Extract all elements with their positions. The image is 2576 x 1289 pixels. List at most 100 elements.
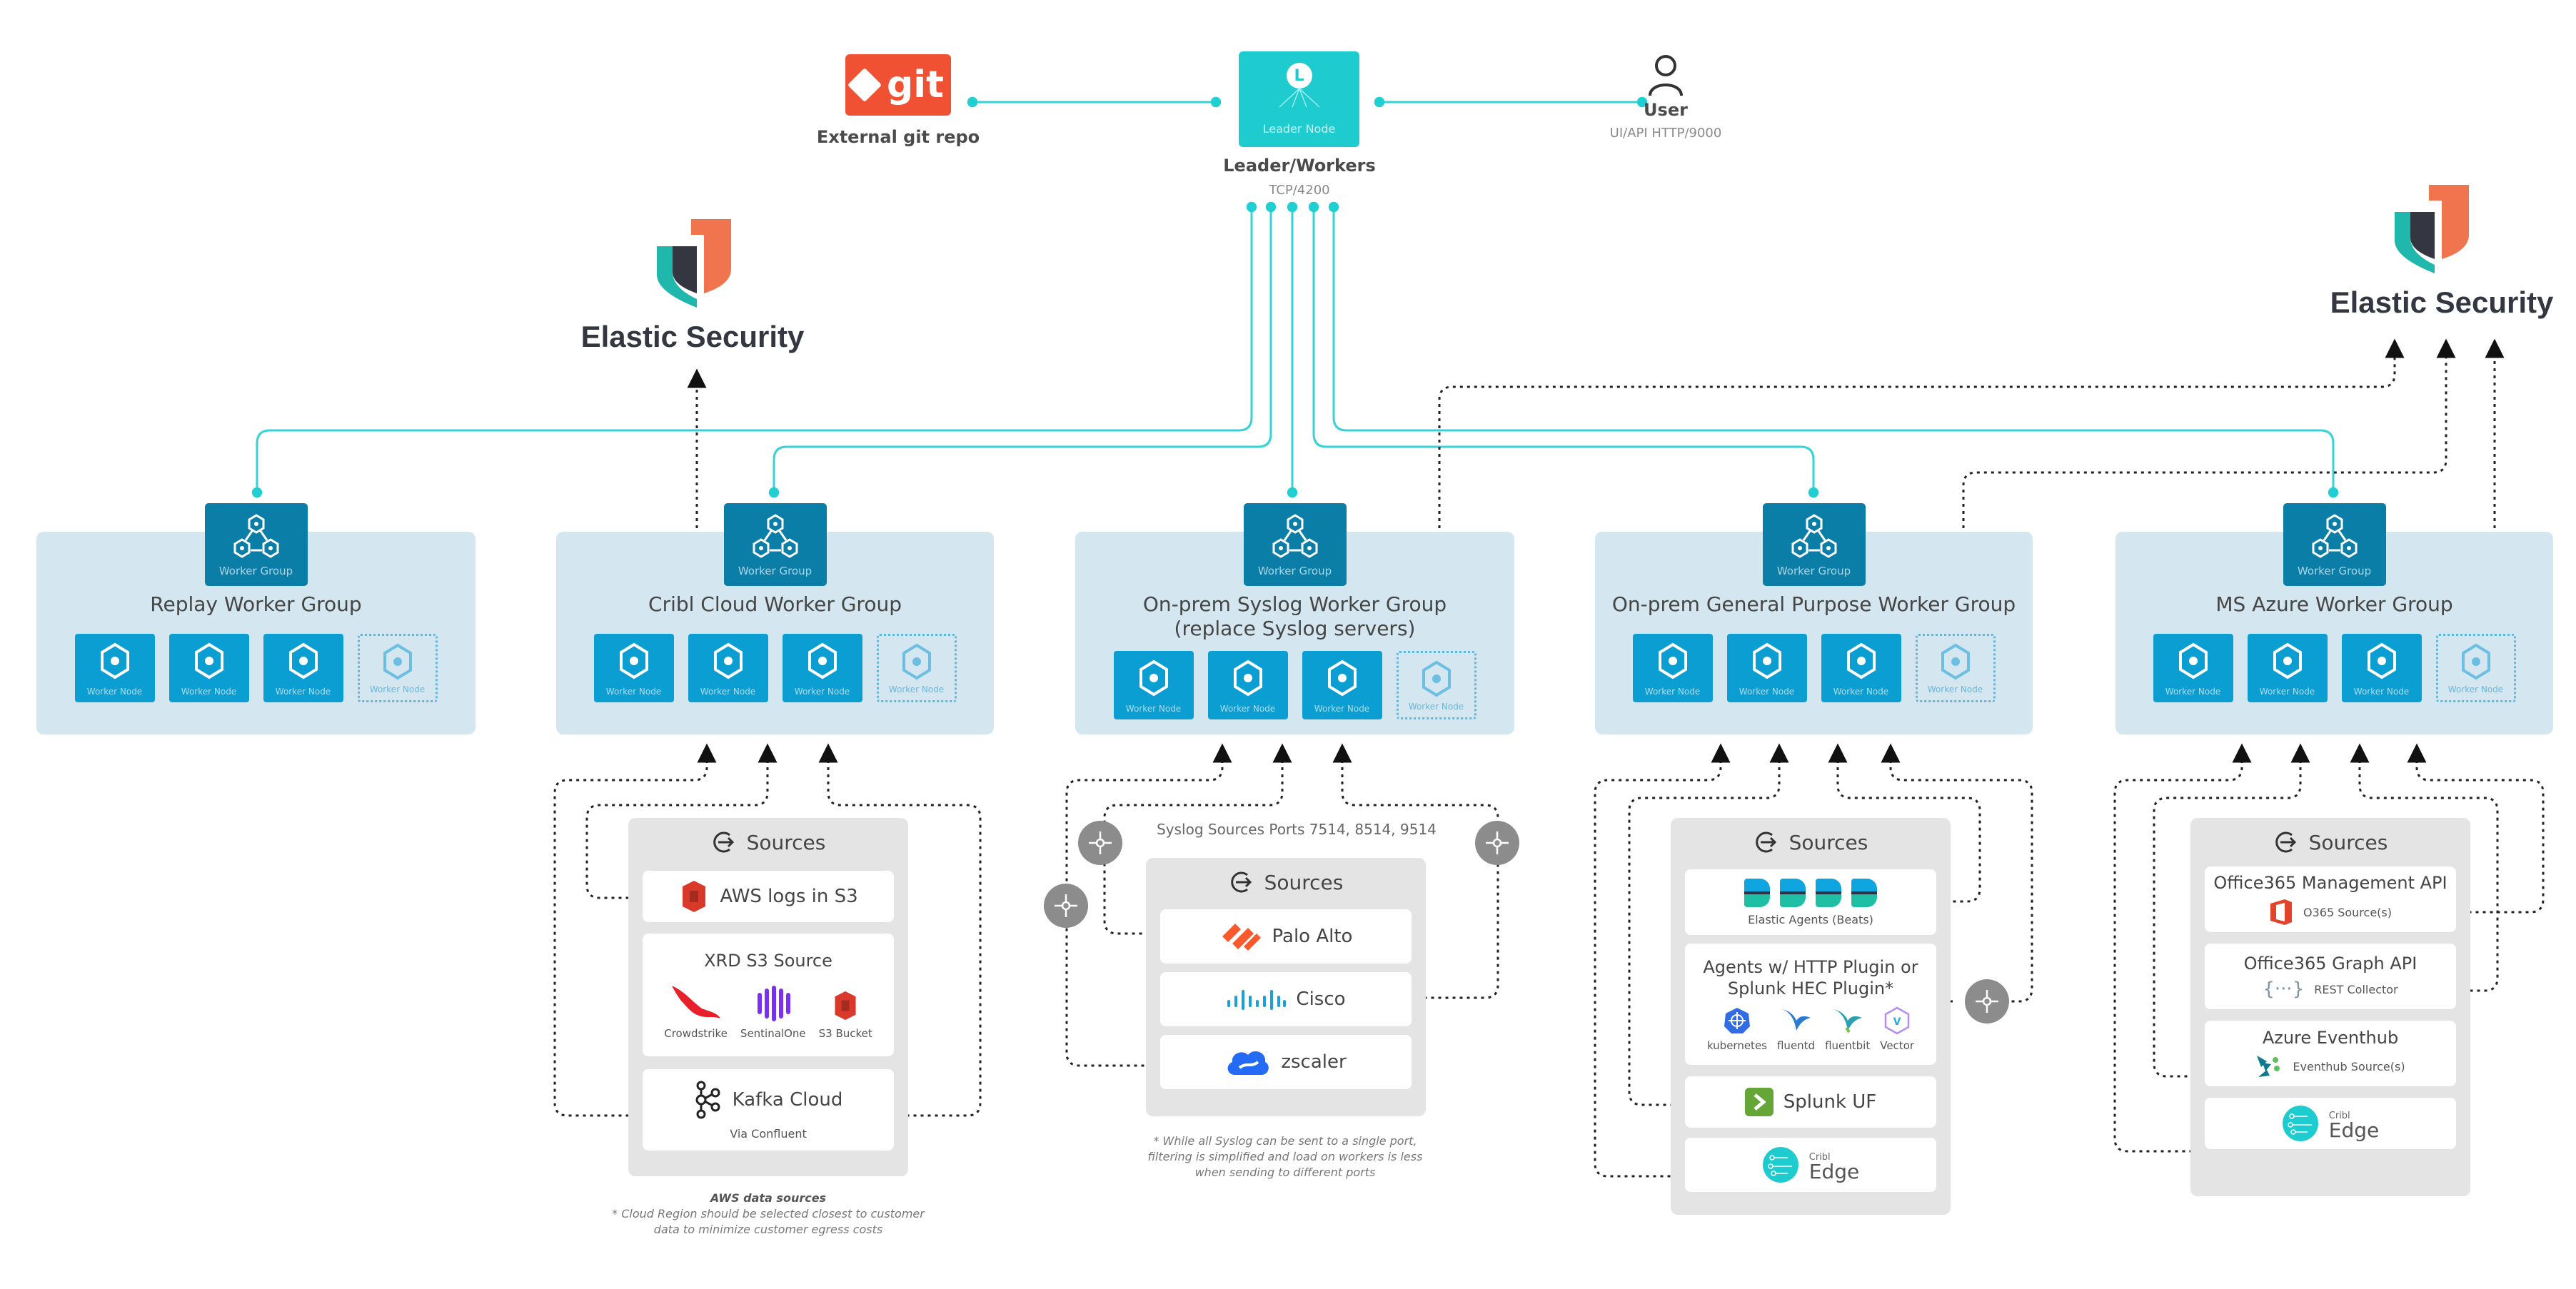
- worker-node-icon: [901, 643, 932, 683]
- source-kafka-cloud[interactable]: Kafka Cloud Via Confluent: [643, 1069, 894, 1151]
- worker-group-title-text: MS Azure Worker Group: [2215, 592, 2453, 616]
- worker-group-header[interactable]: Worker Group: [204, 503, 308, 586]
- load-balancer-icon: [1965, 979, 2009, 1023]
- leader-badge-icon: L: [1286, 63, 1312, 89]
- worker-node[interactable]: Worker Node: [74, 634, 155, 702]
- worker-group-title-text: On-prem Syslog Worker Group: [1142, 592, 1447, 616]
- source-elastic-agents[interactable]: Elastic Agents (Beats): [1685, 869, 1936, 935]
- fluentd-logo: fluentd: [1777, 1006, 1815, 1052]
- worker-node-placeholder[interactable]: Worker Node: [876, 634, 957, 702]
- source-cribl-edge[interactable]: Cribl Edge: [1685, 1138, 1936, 1192]
- worker-node[interactable]: Worker Node: [688, 634, 768, 702]
- worker-node-label: Worker Node: [275, 687, 331, 697]
- worker-node-label: Worker Node: [2259, 687, 2315, 697]
- worker-group-title-text: On-prem General Purpose Worker Group: [1611, 592, 2016, 616]
- worker-node[interactable]: Worker Node: [1207, 651, 1288, 719]
- worker-node[interactable]: Worker Node: [593, 634, 674, 702]
- leader-port: TCP/4200: [1269, 183, 1330, 198]
- sources-heading: Sources: [1146, 869, 1426, 895]
- worker-group-icon: [1270, 503, 1320, 563]
- zscaler-icon: [1227, 1051, 1269, 1075]
- load-balancer-icon: [1475, 821, 1519, 865]
- office365-icon: [2270, 899, 2292, 925]
- sentinelone-logo: SentinalOne: [740, 984, 806, 1040]
- crowdstrike-logo: Crowdstrike: [664, 984, 728, 1040]
- worker-node[interactable]: Worker Node: [782, 634, 862, 702]
- sources-panel-cloud: Sources AWS logs in S3 XRD S3 Source Cro…: [628, 818, 908, 1176]
- beats-icon: [1744, 878, 1770, 907]
- worker-node[interactable]: Worker Node: [1726, 634, 1807, 702]
- worker-node[interactable]: Worker Node: [1113, 651, 1194, 719]
- fluentbit-icon: [1833, 1009, 1862, 1033]
- worker-node-placeholder[interactable]: Worker Node: [357, 634, 438, 702]
- worker-group-header[interactable]: Worker Group: [1243, 503, 1347, 586]
- source-http-agents[interactable]: Agents w/ HTTP Plugin or Splunk HEC Plug…: [1685, 944, 1936, 1065]
- worker-node-placeholder[interactable]: Worker Node: [1915, 634, 1996, 702]
- cloud-note: AWS data sources * Cloud Region should b…: [612, 1191, 925, 1236]
- sentinelone-icon: [757, 986, 790, 1021]
- user-icon: [1649, 55, 1683, 96]
- source-o365-management[interactable]: Office365 Management API O365 Source(s): [2205, 866, 2456, 932]
- worker-node-list: Worker Node Worker Node Worker Node Worker …: [74, 634, 438, 702]
- source-cisco[interactable]: Cisco: [1160, 972, 1412, 1026]
- worker-group-header[interactable]: Worker Group: [1762, 503, 1866, 586]
- worker-node[interactable]: Worker Node: [2153, 634, 2233, 702]
- fluentd-icon: [1781, 1009, 1811, 1031]
- git-logo: git: [845, 54, 951, 116]
- source-o365-graph[interactable]: Office365 Graph API {···} REST Collector: [2205, 944, 2456, 1009]
- worker-node-icon: [193, 642, 225, 682]
- worker-node-icon: [288, 642, 319, 682]
- worker-node[interactable]: Worker Node: [1302, 651, 1382, 719]
- worker-group-header[interactable]: Worker Group: [723, 503, 827, 586]
- worker-node-icon: [382, 643, 413, 683]
- worker-node-placeholder[interactable]: Worker Node: [1396, 651, 1476, 719]
- worker-node[interactable]: Worker Node: [168, 634, 249, 702]
- worker-node-icon: [1846, 642, 1877, 682]
- source-xrd-s3[interactable]: XRD S3 Source Crowdstrike SentinalOne S3…: [643, 934, 894, 1056]
- worker-node-label: Worker Node: [2353, 687, 2410, 697]
- load-balancer-icon: [1044, 884, 1088, 928]
- worker-node-icon: [1327, 659, 1358, 699]
- kubernetes-icon: [1724, 1008, 1750, 1033]
- elastic-security-title: Elastic Security: [580, 320, 805, 353]
- syslog-ports-label: Syslog Sources Ports 7514, 8514, 9514: [1157, 821, 1437, 838]
- worker-node-list: Worker Node Worker Node Worker Node Worker …: [2153, 634, 2516, 702]
- leader-tree-icon: [1278, 89, 1320, 108]
- leader-node[interactable]: L Leader Node: [1239, 51, 1359, 147]
- beats-icon: [1816, 878, 1841, 907]
- worker-node-label: Worker Node: [369, 684, 426, 694]
- source-zscaler[interactable]: zscaler: [1160, 1035, 1412, 1089]
- worker-node[interactable]: Worker Node: [2247, 634, 2328, 702]
- source-cribl-edge[interactable]: Cribl Edge: [2205, 1098, 2456, 1149]
- worker-group-title: On-prem Syslog Worker Group (replace Sysl…: [1075, 592, 1514, 641]
- worker-node[interactable]: Worker Node: [263, 634, 343, 702]
- worker-group-title: Cribl Cloud Worker Group: [556, 592, 994, 617]
- worker-node-placeholder[interactable]: Worker Node: [2435, 634, 2516, 702]
- worker-group-header-label: Worker Group: [1776, 565, 1851, 577]
- worker-group-title: On-prem General Purpose Worker Group: [1595, 592, 2033, 617]
- cribl-edge-icon: [1762, 1147, 1798, 1183]
- worker-node-label: Worker Node: [1833, 687, 1889, 697]
- syslog-to-elastic-link: [1438, 338, 2405, 528]
- beats-icon: [1851, 878, 1877, 907]
- worker-node[interactable]: Worker Node: [1632, 634, 1713, 702]
- load-balancer-icon: [1078, 821, 1122, 865]
- source-splunk-uf[interactable]: Splunk UF: [1685, 1076, 1936, 1128]
- worker-group-header-label: Worker Group: [2297, 565, 2372, 577]
- vector-logo: V Vector: [1880, 1006, 1914, 1052]
- kafka-icon: [695, 1081, 720, 1118]
- source-aws-s3[interactable]: AWS logs in S3: [643, 871, 894, 922]
- leader-general-link: [1308, 201, 1819, 498]
- worker-node[interactable]: Worker Node: [2341, 634, 2422, 702]
- sources-heading: Sources: [2190, 829, 2470, 855]
- user-port: UI/API HTTP/9000: [1609, 126, 1722, 141]
- worker-node[interactable]: Worker Node: [1821, 634, 1901, 702]
- worker-group-title: Replay Worker Group: [36, 592, 476, 617]
- worker-group-header[interactable]: Worker Group: [2283, 503, 2386, 586]
- source-azure-eventhub[interactable]: Azure Eventhub Eventhub Source(s): [2205, 1021, 2456, 1086]
- worker-node-icon: [1657, 642, 1689, 682]
- s3-bucket-icon: [835, 991, 856, 1020]
- source-palo-alto[interactable]: Palo Alto: [1160, 909, 1412, 964]
- general-to-elastic-link: [1962, 338, 2456, 528]
- worker-node-list: Worker Node Worker Node Worker Node Worker …: [1113, 651, 1476, 719]
